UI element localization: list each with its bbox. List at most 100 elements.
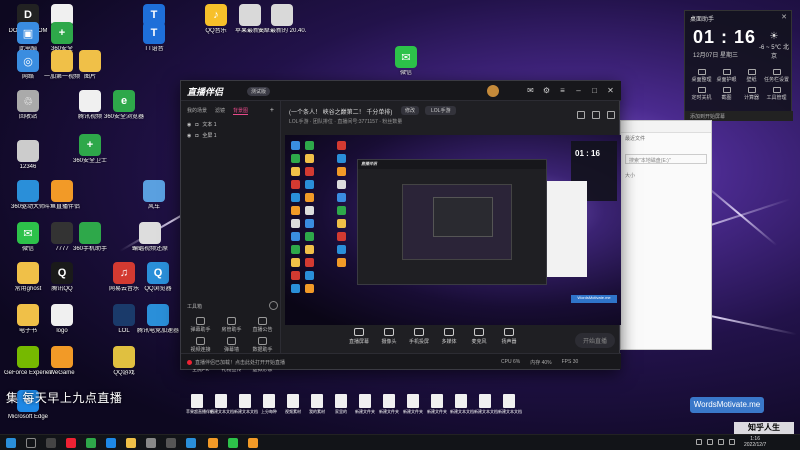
volume-icon[interactable] bbox=[718, 439, 724, 445]
start-icon[interactable] bbox=[6, 438, 16, 448]
explorer-breadcrumb[interactable]: 最近文件 bbox=[621, 133, 711, 144]
toolbar-button[interactable]: 麦克风 bbox=[465, 328, 493, 345]
toolbox-settings-icon[interactable] bbox=[269, 301, 278, 310]
desktop-icon[interactable]: 安卓最新的 20.40.1.11 bbox=[258, 4, 306, 35]
eye-icon[interactable]: ◉ bbox=[187, 133, 191, 139]
app-icon[interactable] bbox=[186, 438, 196, 448]
ime-icon[interactable] bbox=[729, 439, 735, 445]
desktop-icon[interactable]: 风车 bbox=[130, 180, 178, 211]
widget-tool[interactable]: 任务栏设置 bbox=[764, 69, 789, 83]
widget-tool[interactable]: 截图 bbox=[714, 87, 739, 101]
app-icon[interactable] bbox=[208, 438, 218, 448]
widget-tool[interactable]: 壁纸 bbox=[739, 69, 764, 83]
app-icon[interactable] bbox=[166, 438, 176, 448]
close-icon[interactable]: ✕ bbox=[606, 86, 615, 95]
desktop-file[interactable]: 新建文本文档 bbox=[474, 394, 498, 415]
toolbar-button[interactable]: 手机投屏 bbox=[405, 328, 433, 345]
desktop-file[interactable]: 新建文件夹 bbox=[378, 394, 400, 415]
toolbar-button[interactable]: 摄像头 bbox=[375, 328, 403, 345]
toolbox-item[interactable]: 弹幕助手 bbox=[185, 317, 216, 333]
desktop-icon[interactable]: 图片 bbox=[66, 50, 114, 81]
desktop-icon[interactable]: ✉ 微信 bbox=[382, 46, 430, 77]
desktop-icon[interactable]: 蝙蝠视频还原 bbox=[126, 222, 174, 253]
edge-icon[interactable] bbox=[106, 438, 116, 448]
app-icon[interactable] bbox=[86, 438, 96, 448]
stream-preview[interactable]: 01 : 16 直播伴侣 WordsMotivate.me bbox=[285, 135, 621, 325]
category-select[interactable]: LOL手游 bbox=[425, 106, 457, 115]
share-icon[interactable] bbox=[607, 111, 615, 119]
tab-filters[interactable]: 滤镜 bbox=[215, 107, 225, 115]
widget-tool[interactable]: 桌面护眼 bbox=[714, 69, 739, 83]
desktop-file[interactable]: 新建文件夹 bbox=[402, 394, 424, 415]
desktop-icon[interactable]: e 360安全浏览器 bbox=[100, 90, 148, 121]
app-titlebar[interactable]: 直播伴侣 测试版 ✉ ⚙ ≡ – □ ✕ bbox=[181, 81, 621, 101]
explorer-titlebar[interactable] bbox=[621, 121, 711, 133]
add-scene-icon[interactable]: + bbox=[270, 107, 274, 115]
widget-tool[interactable]: 桌面整理 bbox=[689, 69, 714, 83]
desktop-file[interactable]: 新建文本文档 bbox=[210, 394, 234, 415]
toolbox-item[interactable]: 视频连接 bbox=[185, 337, 216, 353]
desktop-icon[interactable]: ♲ 回收站 bbox=[4, 90, 52, 121]
close-icon[interactable]: ✕ bbox=[781, 13, 787, 21]
tab-background[interactable]: 背景图 bbox=[233, 107, 249, 115]
desktop-icon[interactable]: +360安全 bbox=[38, 22, 86, 53]
menu-icon[interactable]: ≡ bbox=[558, 86, 567, 95]
widget-tool[interactable]: 定时关机 bbox=[689, 87, 714, 101]
task-view-icon[interactable] bbox=[46, 438, 56, 448]
scene-item[interactable]: ◉ ◘ 文本 1 bbox=[181, 119, 280, 130]
search-icon[interactable] bbox=[26, 438, 36, 448]
minimize-icon[interactable]: – bbox=[574, 86, 583, 95]
desktop-file[interactable]: 家里的 bbox=[330, 394, 352, 415]
desktop-file[interactable]: 新建文本文档 bbox=[234, 394, 258, 415]
desktop-icon[interactable]: 360手机助手 bbox=[66, 222, 114, 253]
toolbar-button[interactable]: 直播屏幕 bbox=[345, 328, 373, 345]
status-message[interactable]: 直播伴侣已加载！点击此处打开开始直播 bbox=[187, 359, 285, 366]
folder-icon[interactable] bbox=[126, 438, 136, 448]
desktop-file[interactable]: 我的素材 bbox=[306, 394, 328, 415]
toolbox-item[interactable]: 弹幕墙 bbox=[216, 337, 247, 353]
app-icon[interactable] bbox=[66, 438, 76, 448]
taskbar-clock[interactable]: 1:16 2022/12/7 bbox=[744, 436, 766, 448]
lock-icon[interactable]: ◘ bbox=[195, 122, 198, 128]
desktop-icon[interactable]: 12346 bbox=[4, 140, 52, 171]
desktop-file[interactable]: 视频素材 bbox=[282, 394, 304, 415]
desktop-icon[interactable]: T TT语音 bbox=[130, 22, 178, 53]
toolbar-button[interactable]: 多媒体 bbox=[435, 328, 463, 345]
desktop-file[interactable]: 新建文本文档 bbox=[450, 394, 474, 415]
scene-item[interactable]: ◉ ◘ 全屏 1 bbox=[181, 130, 280, 141]
desktop-icon[interactable]: QQ游戏 bbox=[100, 346, 148, 377]
app-icon[interactable] bbox=[146, 438, 156, 448]
desktop-icon[interactable]: Q QQ浏览器 bbox=[134, 262, 182, 293]
message-icon[interactable]: ✉ bbox=[526, 86, 535, 95]
edit-title-button[interactable]: 修改 bbox=[401, 106, 420, 115]
start-stream-button[interactable]: 开始直播 bbox=[574, 333, 615, 348]
app-icon[interactable] bbox=[248, 438, 258, 448]
widget-tool[interactable]: 计算器 bbox=[739, 87, 764, 101]
desktop-file[interactable]: 苹果超直播伴侣 bbox=[186, 394, 214, 415]
toolbar-button[interactable]: 扬声器 bbox=[495, 328, 523, 345]
tab-my-scenes[interactable]: 我的场景 bbox=[187, 107, 207, 115]
avatar[interactable] bbox=[487, 85, 499, 97]
lock-icon[interactable] bbox=[577, 111, 585, 119]
desktop-icon[interactable]: 斗鱼直播伴侣 bbox=[38, 180, 86, 211]
desktop-file[interactable]: 上分每种 bbox=[258, 394, 280, 415]
column-header[interactable]: 大小 bbox=[625, 172, 707, 179]
desktop-icon[interactable]: +360安全卫士 bbox=[66, 134, 114, 165]
desktop-file[interactable]: 新建文件夹 bbox=[354, 394, 376, 415]
maximize-icon[interactable]: □ bbox=[590, 86, 599, 95]
window-icon[interactable] bbox=[592, 111, 600, 119]
desktop-icon[interactable]: WeGame bbox=[38, 346, 86, 377]
desktop-icon[interactable]: 腾讯电竞加速器 bbox=[134, 304, 182, 335]
desktop-file[interactable]: 新建文件夹 bbox=[426, 394, 448, 415]
lock-icon[interactable]: ◘ bbox=[195, 133, 198, 139]
toolbox-item[interactable]: 房管助手 bbox=[216, 317, 247, 333]
eye-icon[interactable]: ◉ bbox=[187, 122, 191, 128]
toolbox-item[interactable]: 直播公告 bbox=[247, 317, 278, 333]
tray-icon[interactable] bbox=[696, 439, 702, 445]
desktop-icon[interactable]: logo bbox=[38, 304, 86, 335]
settings-icon[interactable]: ⚙ bbox=[542, 86, 551, 95]
desktop-file[interactable]: 新建文本文档 bbox=[498, 394, 522, 415]
toolbox-item[interactable]: 数据助手 bbox=[247, 337, 278, 353]
wechat-icon[interactable] bbox=[228, 438, 238, 448]
search-input[interactable]: 搜索"本地磁盘(E:)" bbox=[625, 154, 707, 164]
